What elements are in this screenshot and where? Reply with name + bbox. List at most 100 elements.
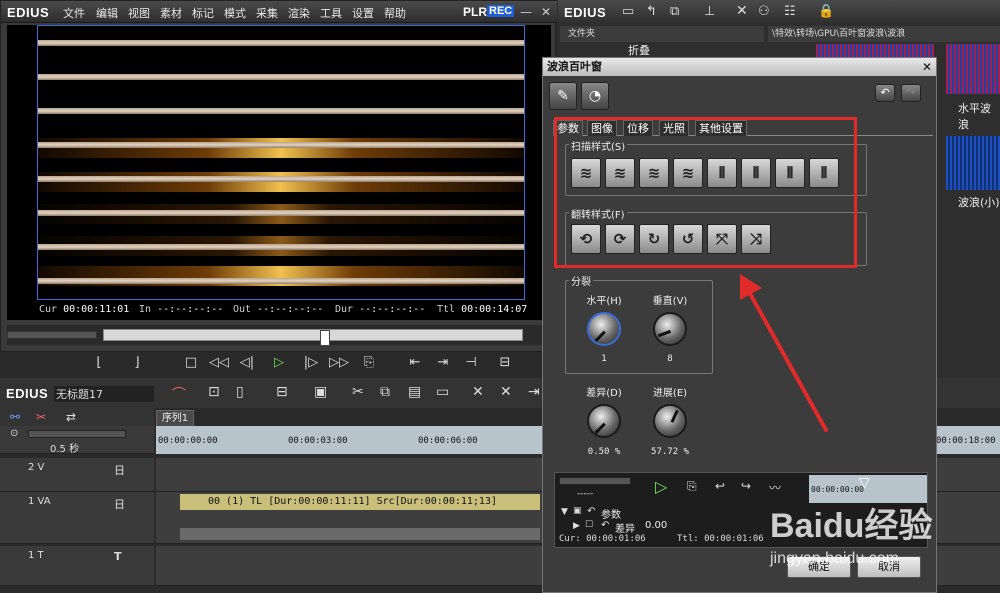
ripple-delete-icon[interactable]: ✕ bbox=[500, 384, 512, 400]
snapshot-icon[interactable]: ⊡ bbox=[208, 384, 220, 400]
kf-zoom-value[interactable]: ----- bbox=[577, 489, 593, 499]
watermark-url: jingyan.baidu.com bbox=[770, 550, 899, 567]
kf-sub-expand-icon[interactable]: ▶ bbox=[573, 521, 580, 531]
stopwatch-icon[interactable]: ◔ bbox=[581, 82, 609, 110]
loop-icon[interactable]: ⎘ bbox=[358, 352, 380, 374]
dialog-close-icon[interactable]: ✕ bbox=[919, 59, 935, 75]
split-icon[interactable]: ⊣ bbox=[460, 352, 482, 374]
rec-mode-button[interactable]: REC bbox=[487, 5, 515, 17]
snap-icon[interactable]: ✂ bbox=[36, 410, 46, 424]
kf-loop-icon[interactable]: ⎘ bbox=[687, 479, 697, 494]
folder-tree-item[interactable]: 折叠 bbox=[628, 42, 650, 58]
menu-capture[interactable]: 采集 bbox=[256, 5, 278, 21]
cut-mode-icon[interactable]: ⌒ bbox=[172, 384, 186, 404]
close-icon[interactable]: ✕ bbox=[539, 5, 553, 19]
kf-checkbox[interactable]: ▣ bbox=[573, 506, 582, 516]
import-icon[interactable]: ⊥ bbox=[704, 4, 715, 19]
vertical-knob[interactable] bbox=[653, 312, 687, 346]
copy-icon[interactable]: ⧉ bbox=[380, 384, 390, 400]
track-badge[interactable]: T bbox=[114, 550, 122, 563]
menu-file[interactable]: 文件 bbox=[63, 5, 85, 21]
up-folder-icon[interactable]: ↰ bbox=[646, 4, 657, 19]
horizontal-knob[interactable] bbox=[587, 312, 621, 346]
link-icon[interactable]: ⚯ bbox=[10, 410, 20, 424]
effects-icon[interactable]: ⧉ bbox=[670, 4, 679, 19]
menu-render[interactable]: 渲染 bbox=[288, 5, 310, 21]
ripple-icon[interactable]: ⇄ bbox=[66, 410, 76, 424]
track-header-1t[interactable]: 1 T T bbox=[0, 546, 154, 586]
menu-clip[interactable]: 素材 bbox=[160, 5, 182, 21]
kf-prev-icon[interactable]: ↩ bbox=[715, 479, 725, 493]
project-name-field[interactable]: 无标题17 bbox=[54, 386, 154, 402]
effect-thumbnail[interactable] bbox=[816, 44, 934, 58]
tab-sequence-1[interactable]: 序列1 bbox=[156, 410, 194, 426]
stop-icon[interactable]: □ bbox=[180, 352, 202, 374]
lock-icon[interactable]: 🔒 bbox=[818, 4, 834, 19]
delete-icon[interactable]: ✕ bbox=[736, 3, 748, 19]
mode-icon[interactable]: ⊙ bbox=[10, 428, 18, 439]
track-badge[interactable]: 日 bbox=[114, 462, 125, 478]
track-header-2v[interactable]: 2 V 日 bbox=[0, 458, 154, 492]
menu-help[interactable]: 帮助 bbox=[384, 5, 406, 21]
track-header-1va[interactable]: 1 VA 日 bbox=[0, 492, 154, 544]
insert-icon[interactable]: ⇤ bbox=[404, 352, 426, 374]
jog-slider[interactable] bbox=[7, 331, 97, 339]
progress-knob[interactable] bbox=[653, 404, 687, 438]
menu-edit[interactable]: 编辑 bbox=[96, 5, 118, 21]
video-clip[interactable]: 00 (1) TL [Dur:00:00:11:11] Src[Dur:00:0… bbox=[180, 494, 540, 510]
folder-tree-header: 文件夹 bbox=[560, 26, 764, 42]
new-icon[interactable]: ▯ bbox=[236, 384, 244, 400]
palette-icon[interactable]: ✎ bbox=[549, 82, 577, 110]
fast-forward-icon[interactable]: ▷▷ bbox=[328, 352, 350, 374]
menu-settings[interactable]: 设置 bbox=[352, 5, 374, 21]
scrub-bar[interactable] bbox=[7, 325, 551, 346]
effect-thumbnail[interactable] bbox=[946, 44, 1000, 94]
knob-value-horizontal: 1 bbox=[601, 354, 607, 364]
kf-zoom-slider[interactable] bbox=[559, 477, 631, 485]
menu-view[interactable]: 视图 bbox=[128, 5, 150, 21]
menu-tools[interactable]: 工具 bbox=[320, 5, 342, 21]
track-name: 1 T bbox=[28, 550, 44, 561]
kf-playhead-icon[interactable]: ▽ bbox=[859, 475, 870, 491]
track-badge[interactable]: 日 bbox=[114, 496, 125, 512]
save-icon[interactable]: ▣ bbox=[314, 384, 327, 400]
play-icon[interactable]: ▷ bbox=[268, 352, 290, 374]
folder-icon[interactable]: ▭ bbox=[622, 4, 634, 19]
kf-next-icon[interactable]: ↪ bbox=[741, 479, 751, 493]
audio-waveform[interactable] bbox=[180, 528, 540, 540]
kf-expand-icon[interactable]: ▼ bbox=[561, 507, 568, 517]
kf-sub-checkbox[interactable]: ☐ bbox=[585, 520, 593, 530]
properties-icon[interactable]: ⚇ bbox=[758, 4, 770, 19]
effect-thumbnail[interactable] bbox=[946, 136, 1000, 190]
kf-param-label: 参数 bbox=[601, 510, 621, 521]
menu-mode[interactable]: 模式 bbox=[224, 5, 246, 21]
position-track[interactable] bbox=[103, 329, 523, 346]
replace-icon[interactable]: ▭ bbox=[436, 384, 449, 400]
open-icon[interactable]: ⊟ bbox=[276, 384, 288, 400]
step-forward-icon[interactable]: |▷ bbox=[300, 352, 322, 374]
plr-mode-button[interactable]: PLR bbox=[463, 5, 487, 19]
step-back-icon[interactable]: ◁| bbox=[236, 352, 258, 374]
kf-play-icon[interactable]: ▷ bbox=[655, 477, 667, 496]
minimize-icon[interactable]: — bbox=[519, 5, 533, 19]
zoom-value[interactable]: 0.5 秒 bbox=[50, 440, 79, 455]
difference-knob[interactable] bbox=[587, 404, 621, 438]
playhead-handle[interactable] bbox=[320, 330, 331, 346]
set-out-icon[interactable]: ⌋ bbox=[126, 352, 148, 374]
paste-icon[interactable]: ▤ bbox=[408, 384, 421, 400]
zoom-slider[interactable] bbox=[28, 430, 126, 438]
rewind-icon[interactable]: ◁◁ bbox=[208, 352, 230, 374]
view-mode-icon[interactable]: ☷ bbox=[784, 4, 796, 19]
undo-icon[interactable]: ↶ bbox=[875, 84, 895, 102]
menu-marker[interactable]: 标记 bbox=[192, 5, 214, 21]
kf-curve-icon[interactable]: 〰 bbox=[769, 479, 781, 496]
kf-sub-reset-icon[interactable]: ↶ bbox=[601, 520, 609, 531]
cut-icon[interactable]: ✂ bbox=[352, 384, 364, 400]
more-icon[interactable]: ⇥ bbox=[528, 384, 540, 400]
kf-reset-icon[interactable]: ↶ bbox=[587, 506, 595, 517]
export-icon[interactable]: ⊟ bbox=[494, 352, 516, 374]
redo-icon[interactable]: ↷ bbox=[901, 84, 921, 102]
set-in-icon[interactable]: ⌊ bbox=[88, 352, 110, 374]
delete-clip-icon[interactable]: ✕ bbox=[472, 384, 484, 400]
overwrite-icon[interactable]: ⇥ bbox=[432, 352, 454, 374]
